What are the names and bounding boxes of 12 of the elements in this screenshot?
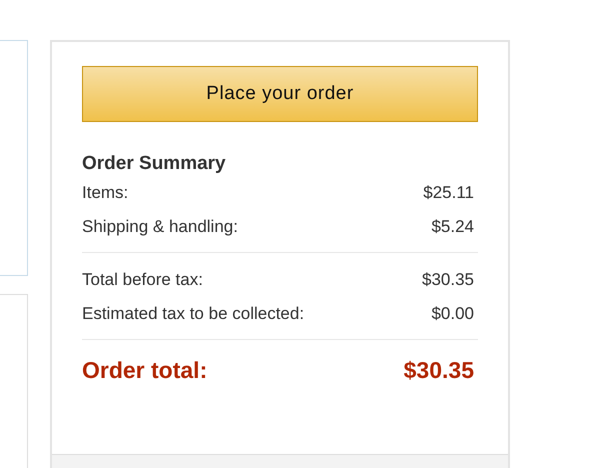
summary-amount: $0.00 (431, 303, 474, 325)
summary-label: Total before tax: (82, 269, 203, 291)
summary-label: Order total: (82, 356, 208, 385)
summary-amount: $30.35 (422, 269, 474, 291)
summary-amount: $25.11 (423, 182, 474, 204)
summary-amount: $30.35 (404, 356, 474, 385)
summary-label: Items: (82, 182, 128, 204)
summary-label: Estimated tax to be collected: (82, 303, 304, 325)
place-order-button[interactable]: Place your order (82, 66, 478, 122)
summary-label: Shipping & handling: (82, 216, 238, 238)
summary-amount: $5.24 (431, 216, 474, 238)
summary-title: Order Summary (82, 152, 227, 176)
